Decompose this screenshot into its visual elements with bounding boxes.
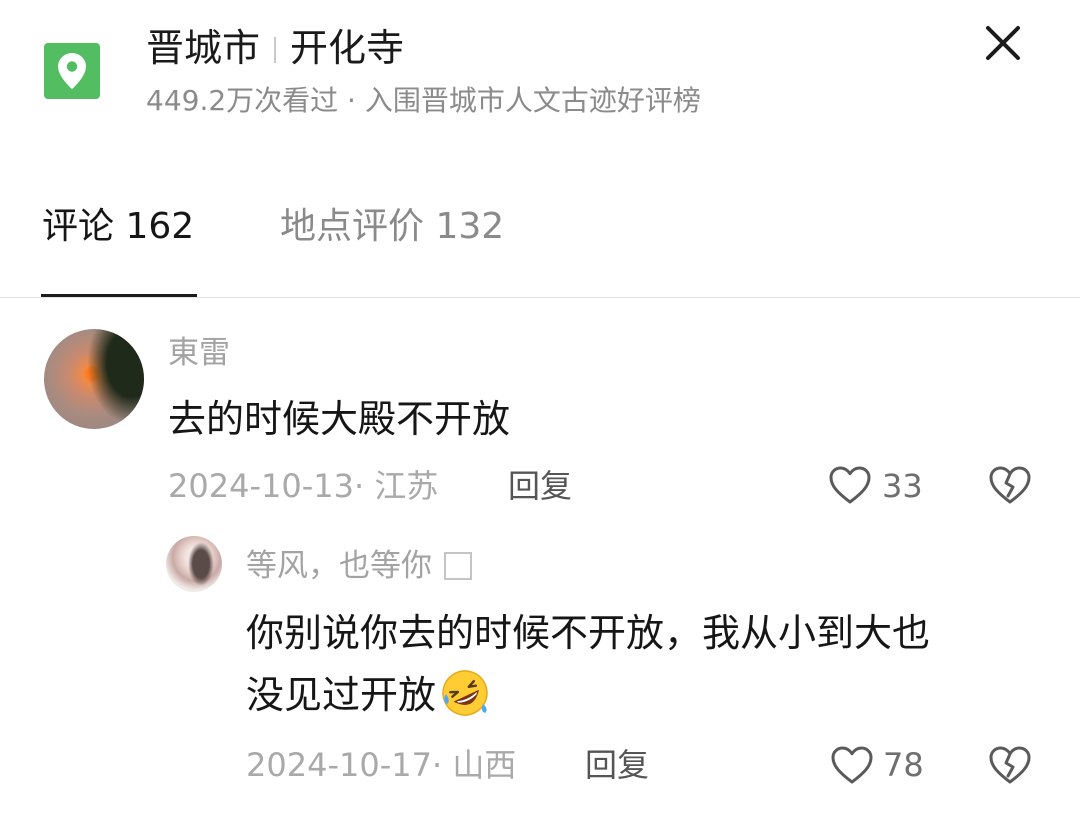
avatar[interactable]: [166, 536, 222, 592]
comment-meta: 2024-10-17· 山西: [246, 746, 517, 784]
heart-icon: [829, 466, 871, 504]
dislike-button[interactable]: [988, 745, 1032, 789]
comment-text-line: 没见过开放: [246, 664, 1046, 726]
place-name: 开化寺: [290, 26, 405, 70]
city-name: 晋城市: [146, 26, 261, 70]
avatar-hair: [188, 542, 214, 586]
dislike-button[interactable]: [988, 465, 1032, 509]
like-button[interactable]: [830, 745, 874, 789]
comment-meta: 2024-10-13· 江苏: [168, 467, 439, 505]
tab-comments[interactable]: 评论 162: [42, 204, 194, 250]
avatar-tree-silhouette: [88, 329, 144, 423]
avatar[interactable]: [44, 329, 144, 429]
title-separator: [274, 37, 277, 63]
reply-button[interactable]: 回复: [508, 466, 572, 506]
comment-text-line: 你别说你去的时候不开放，我从小到大也: [246, 611, 931, 655]
comment-author[interactable]: 東雷: [168, 334, 230, 372]
author-badge-icon: [444, 552, 472, 580]
like-button[interactable]: [828, 465, 872, 509]
tab-place-reviews[interactable]: 地点评价 132: [280, 204, 504, 250]
comment-author[interactable]: 等风，也等你: [246, 547, 472, 585]
like-count: 78: [883, 746, 924, 784]
broken-heart-icon: [989, 746, 1031, 784]
comment-text: 你别说你去的时候不开放，我从小到大也 没见过开放: [246, 602, 1046, 726]
broken-heart-icon: [989, 466, 1031, 504]
comment-author-name: 等风，也等你: [246, 548, 432, 584]
comment-text-tail: 没见过开放: [246, 673, 437, 717]
rofl-emoji-icon: [442, 670, 488, 716]
close-button[interactable]: [980, 20, 1026, 66]
place-subtitle: 449.2万次看过 · 入围晋城市人文古迹好评榜: [146, 84, 701, 117]
location-pin-icon: [58, 53, 86, 89]
tab-divider: [0, 297, 1080, 298]
heart-icon: [831, 746, 873, 784]
reply-button[interactable]: 回复: [585, 745, 649, 785]
close-icon: [986, 26, 1020, 60]
comment-text: 去的时候大殿不开放: [168, 397, 511, 441]
place-title: 晋城市 开化寺: [146, 24, 404, 72]
like-count: 33: [882, 467, 923, 505]
location-badge: [44, 43, 100, 99]
